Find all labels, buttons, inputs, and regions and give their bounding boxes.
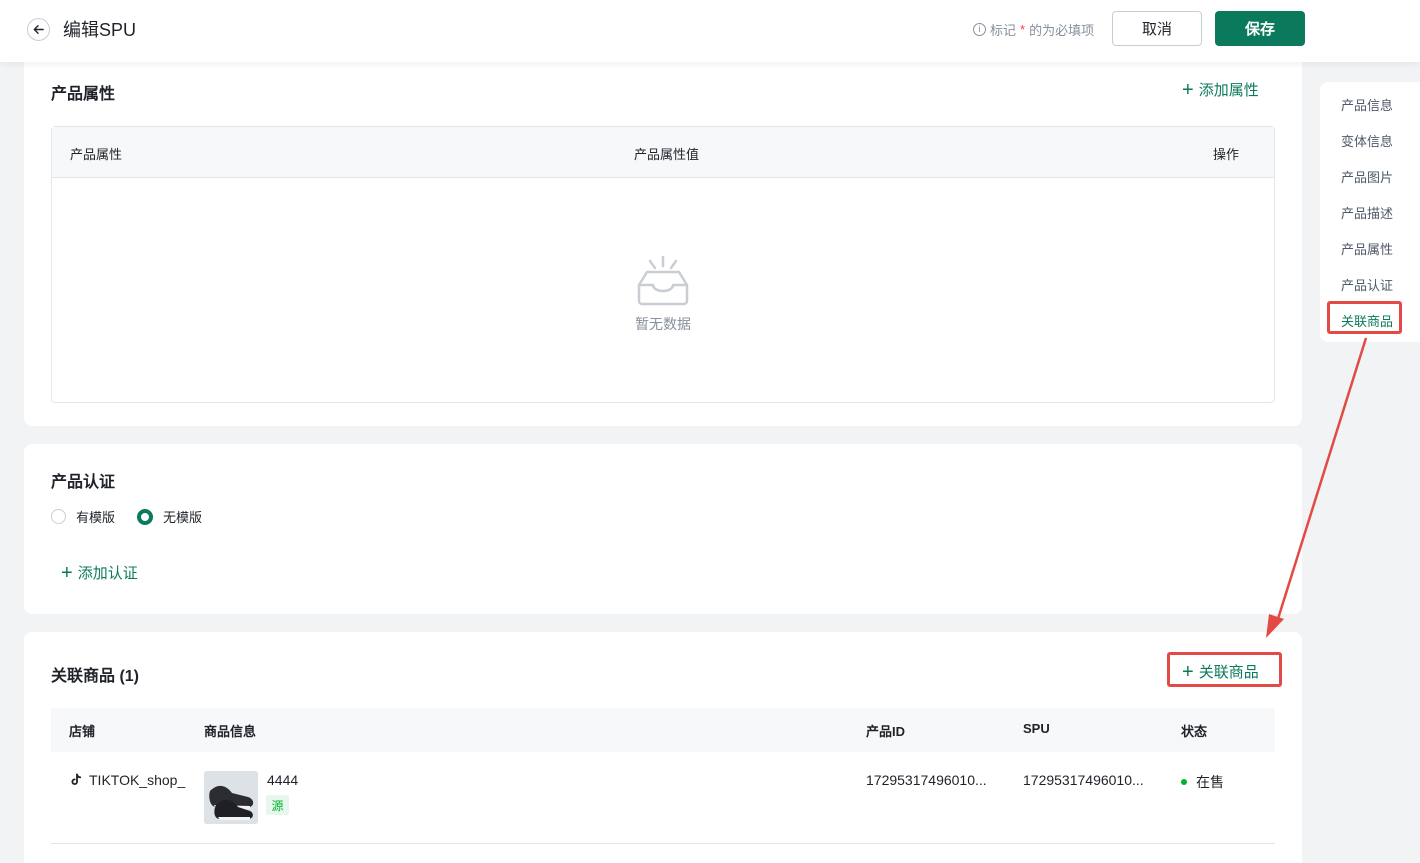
radio-without-template[interactable]: 无模版 [137, 507, 202, 526]
link-product-label: 关联商品 [1198, 664, 1259, 681]
product-name: 4444 [267, 772, 299, 788]
column-header: SPU [1023, 721, 1050, 736]
radio-with-template[interactable]: 有模版 [51, 507, 115, 526]
add-attribute-button[interactable]: + 添加属性 [1182, 79, 1259, 100]
status-text: 在售 [1196, 774, 1224, 790]
required-hint: i 标记 * 的为必填项 [973, 20, 1094, 39]
certification-card: 产品认证 有模版 无模版 + 添加认证 [24, 444, 1302, 614]
column-header: 产品属性 [70, 147, 123, 162]
column-header: 商品信息 [204, 724, 257, 739]
column-header: 状态 [1181, 724, 1208, 739]
nav-item-product-info[interactable]: 产品信息 [1341, 95, 1393, 114]
hint-prefix: 标记 [990, 23, 1017, 38]
column-header: 操作 [1213, 147, 1240, 162]
tiktok-icon [71, 773, 82, 785]
shoe-icon [204, 771, 258, 824]
shop-cell: TIKTOK_shop_ [69, 772, 185, 788]
product-id-cell: 17295317496010... [866, 772, 987, 788]
plus-icon: + [61, 561, 73, 584]
nav-item-product-certification[interactable]: 产品认证 [1341, 275, 1393, 294]
cancel-button[interactable]: 取消 [1112, 11, 1202, 46]
source-tag: 源 [266, 795, 289, 815]
arrow-left-icon [33, 25, 44, 34]
plus-icon: + [1182, 78, 1194, 101]
certification-title: 产品认证 [51, 474, 116, 491]
table-row[interactable]: TIKTOK_shop_ 4444 源 17295317496010... 17… [51, 752, 1275, 844]
nav-item-variant-info[interactable]: 变体信息 [1341, 131, 1393, 150]
spu-cell: 17295317496010... [1023, 772, 1144, 788]
nav-item-product-images[interactable]: 产品图片 [1341, 167, 1393, 186]
nav-item-product-attributes[interactable]: 产品属性 [1341, 239, 1393, 258]
linked-table-header: 店铺 商品信息 产品ID SPU 状态 [51, 708, 1275, 752]
attributes-title: 产品属性 [51, 86, 116, 103]
radio-circle-checked [137, 508, 154, 525]
status-dot [1181, 779, 1187, 785]
attributes-table-header: 产品属性 产品属性值 操作 [52, 127, 1274, 178]
link-product-button[interactable]: + 关联商品 [1182, 661, 1259, 682]
column-header: 店铺 [69, 724, 96, 739]
radio-label: 有模版 [76, 510, 116, 525]
empty-box-icon [637, 255, 689, 306]
add-certification-button[interactable]: + 添加认证 [61, 562, 138, 583]
nav-item-linked-products[interactable]: 关联商品 [1341, 311, 1393, 330]
radio-label: 无模版 [163, 510, 203, 525]
column-header: 产品ID [866, 724, 906, 739]
add-certification-label: 添加认证 [77, 565, 138, 582]
plus-icon: + [1182, 660, 1194, 683]
attributes-table: 产品属性 产品属性值 操作 暂无数据 [51, 126, 1275, 403]
empty-state: 暂无数据 [632, 255, 694, 334]
nav-item-product-description[interactable]: 产品描述 [1341, 203, 1393, 222]
info-icon: i [973, 23, 986, 36]
shop-name: TIKTOK_shop_ [89, 772, 186, 788]
template-radio-group: 有模版 无模版 [51, 507, 202, 526]
back-button[interactable] [27, 18, 50, 41]
side-anchor-nav: 产品信息 变体信息 产品图片 产品描述 产品属性 产品认证 关联商品 [1320, 82, 1420, 342]
hint-suffix: 的为必填项 [1029, 23, 1095, 38]
attributes-card: 产品属性 + 添加属性 产品属性 产品属性值 操作 暂无数据 [24, 52, 1302, 426]
add-attribute-label: 添加属性 [1198, 82, 1259, 99]
top-header: 编辑SPU i 标记 * 的为必填项 取消 保存 [0, 0, 1420, 62]
status-cell: 在售 [1181, 772, 1224, 792]
product-thumbnail[interactable] [204, 771, 258, 824]
hint-star: * [1020, 22, 1026, 37]
empty-text: 暂无数据 [635, 316, 691, 332]
page-title: 编辑SPU [63, 20, 137, 40]
save-button[interactable]: 保存 [1215, 11, 1305, 46]
column-header: 产品属性值 [634, 147, 700, 162]
radio-circle [51, 509, 66, 524]
linked-products-card: 关联商品 (1) + 关联商品 店铺 商品信息 产品ID SPU 状态 TIKT… [24, 632, 1302, 863]
linked-products-title: 关联商品 (1) [51, 668, 140, 685]
